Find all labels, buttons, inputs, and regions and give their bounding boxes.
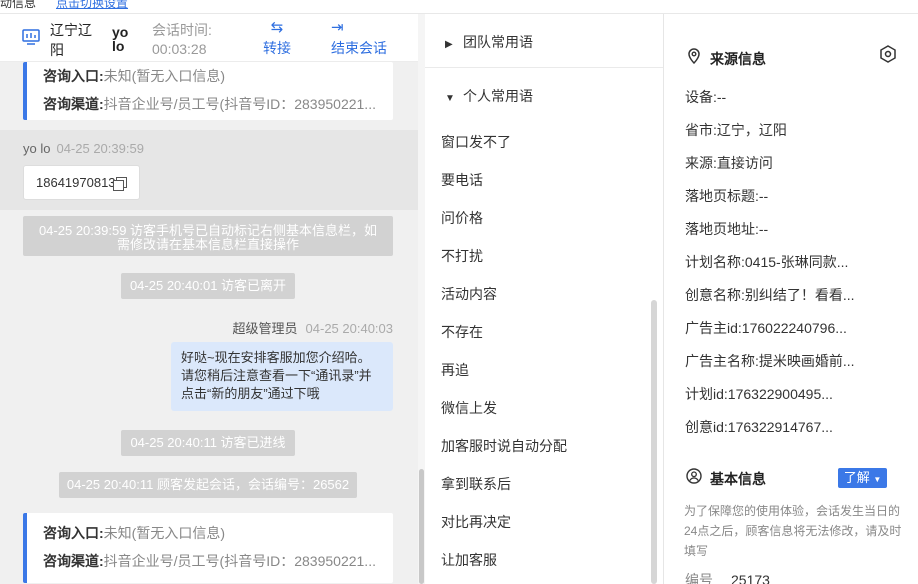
phrase-item[interactable]: 窗口发不了 (441, 132, 511, 152)
source-field: 省市:辽宁，辽阳 (685, 122, 787, 138)
agent-message-name: 超级管理员 04-25 20:40:03 (232, 321, 393, 336)
channel-row: 咨询渠道:抖音企业号/员工号(抖音号ID：283950221... (43, 553, 376, 569)
group-team-phrases[interactable]: ▶ 团队常用语 (445, 32, 533, 52)
source-field: 创意id:176322914767... (685, 419, 833, 435)
transfer-button[interactable]: ⇆ 转接 (263, 18, 291, 58)
source-field: 广告主id:176022240796... (685, 320, 847, 336)
transfer-icon: ⇆ (270, 19, 284, 36)
visitor-info-panel: 来源信息 设备:-- 省市:辽宁，辽阳 来源:直接访问 落地页标题:-- 落地页… (664, 14, 918, 584)
chat-scrollbar[interactable] (418, 14, 425, 584)
chat-panel: 辽宁辽阳 yo lo 会话时间: 00:03:28 ⇆ 转接 ⇥ 结束会话 咨询… (0, 14, 418, 584)
caret-down-icon: ▼ (873, 475, 882, 484)
agent-message-bubble: 好哒~现在安排客服加您介绍哈。请您稍后注意查看一下“通讯录”并点击“新的朋友”通… (171, 342, 393, 411)
phrase-item[interactable]: 问价格 (441, 208, 483, 228)
visitor-message: yo lo 04-25 20:39:59 18641970813 (0, 130, 418, 210)
top-strip: 动信息 点击切换设置 (0, 0, 918, 14)
phrase-item[interactable]: 拿到联系后 (441, 474, 511, 494)
caret-right-icon: ▶ (445, 39, 453, 50)
phrase-panel: ▶ 团队常用语 ▼ 个人常用语 窗口发不了 要电话 问价格 不打扰 活动内容 不存在… (425, 14, 663, 584)
phrase-item[interactable]: 微信上发 (441, 398, 497, 418)
settings-icon[interactable] (878, 45, 898, 65)
source-field: 落地页地址:-- (685, 221, 769, 237)
edit-notice: 为了保障您的使用体验，会话发生当日的24点之后，顾客信息将无法修改，请及时填写 (684, 504, 902, 558)
system-message: 04-25 20:39:59 访客手机号已自动标记右侧基本信息栏，如需修改请在基… (23, 216, 393, 256)
source-field: 创意名称:别纠结了！看看... (685, 287, 855, 303)
system-message: 04-25 20:40:11 访客已进线 (121, 430, 295, 456)
exit-icon: ⇥ (331, 19, 344, 36)
top-strip-link[interactable]: 点击切换设置 (56, 0, 128, 11)
location-pin-icon (686, 48, 702, 67)
visitor-message-name: yo lo 04-25 20:39:59 (23, 141, 144, 156)
entry-row: 咨询入口:未知(暂无入口信息) (43, 525, 225, 541)
consult-info-card: 咨询入口:未知(暂无入口信息) 咨询渠道:抖音企业号/员工号(抖音号ID：283… (23, 62, 393, 120)
visitor-location: 辽宁辽阳 (50, 22, 92, 58)
learn-more-button[interactable]: 了解 ▼ (838, 468, 887, 488)
entry-row: 咨询入口:未知(暂无入口信息) (43, 68, 225, 84)
caret-down-icon: ▼ (445, 93, 455, 104)
source-field: 计划名称:0415-张琳同款... (685, 254, 849, 270)
end-session-button[interactable]: ⇥ 结束会话 (331, 18, 387, 58)
source-field: 来源:直接访问 (685, 155, 773, 171)
phrase-scrollbar[interactable] (651, 300, 657, 584)
source-field: 设备:-- (685, 89, 727, 105)
phrase-item[interactable]: 再追 (441, 360, 469, 380)
source-info-title: 来源信息 (686, 48, 766, 69)
end-session-label: 结束会话 (331, 40, 387, 56)
consult-info-card: 咨询入口:未知(暂无入口信息) 咨询渠道:抖音企业号/员工号(抖音号ID：283… (23, 513, 393, 583)
phrase-item[interactable]: 活动内容 (441, 284, 497, 304)
monitor-icon (22, 29, 40, 45)
system-message: 04-25 20:40:11 顾客发起会话，会话编号：26562 (59, 472, 357, 498)
source-field: 计划id:176322900495... (685, 386, 833, 402)
source-field: 广告主名称:提米映画婚前... (685, 353, 855, 369)
phrase-item[interactable]: 加客服时说自动分配 (441, 436, 567, 456)
visitor-phone-text: 18641970813 (36, 175, 116, 190)
transfer-label: 转接 (263, 40, 291, 56)
visitor-message-bubble: 18641970813 (23, 165, 140, 200)
phrase-item[interactable]: 不存在 (441, 322, 483, 342)
session-time-value: 00:03:28 (152, 41, 207, 57)
phrase-item[interactable]: 要电话 (441, 170, 483, 190)
basic-info-title: 基本信息 (686, 468, 766, 489)
copy-icon[interactable] (113, 177, 127, 191)
session-time-label: 会话时间: (152, 22, 212, 38)
chat-scroll-thumb[interactable] (419, 469, 424, 584)
top-strip-text: 动信息 (0, 0, 37, 10)
chat-header: 辽宁辽阳 yo lo 会话时间: 00:03:28 ⇆ 转接 ⇥ 结束会话 (0, 14, 418, 62)
phrase-item[interactable]: 不打扰 (441, 246, 483, 266)
system-message: 04-25 20:40:01 访客已离开 (121, 273, 295, 299)
phrase-item[interactable]: 对比再决定 (441, 512, 511, 532)
group-personal-phrases[interactable]: ▼ 个人常用语 (445, 86, 533, 106)
phrase-item[interactable]: 让加客服 (441, 550, 497, 570)
id-field: 编号 25173 (685, 572, 770, 584)
source-field: 落地页标题:-- (685, 188, 769, 204)
visitor-name: yo lo (112, 24, 129, 54)
user-icon (686, 468, 702, 487)
channel-row: 咨询渠道:抖音企业号/员工号(抖音号ID：283950221... (43, 96, 376, 112)
divider (425, 67, 663, 68)
